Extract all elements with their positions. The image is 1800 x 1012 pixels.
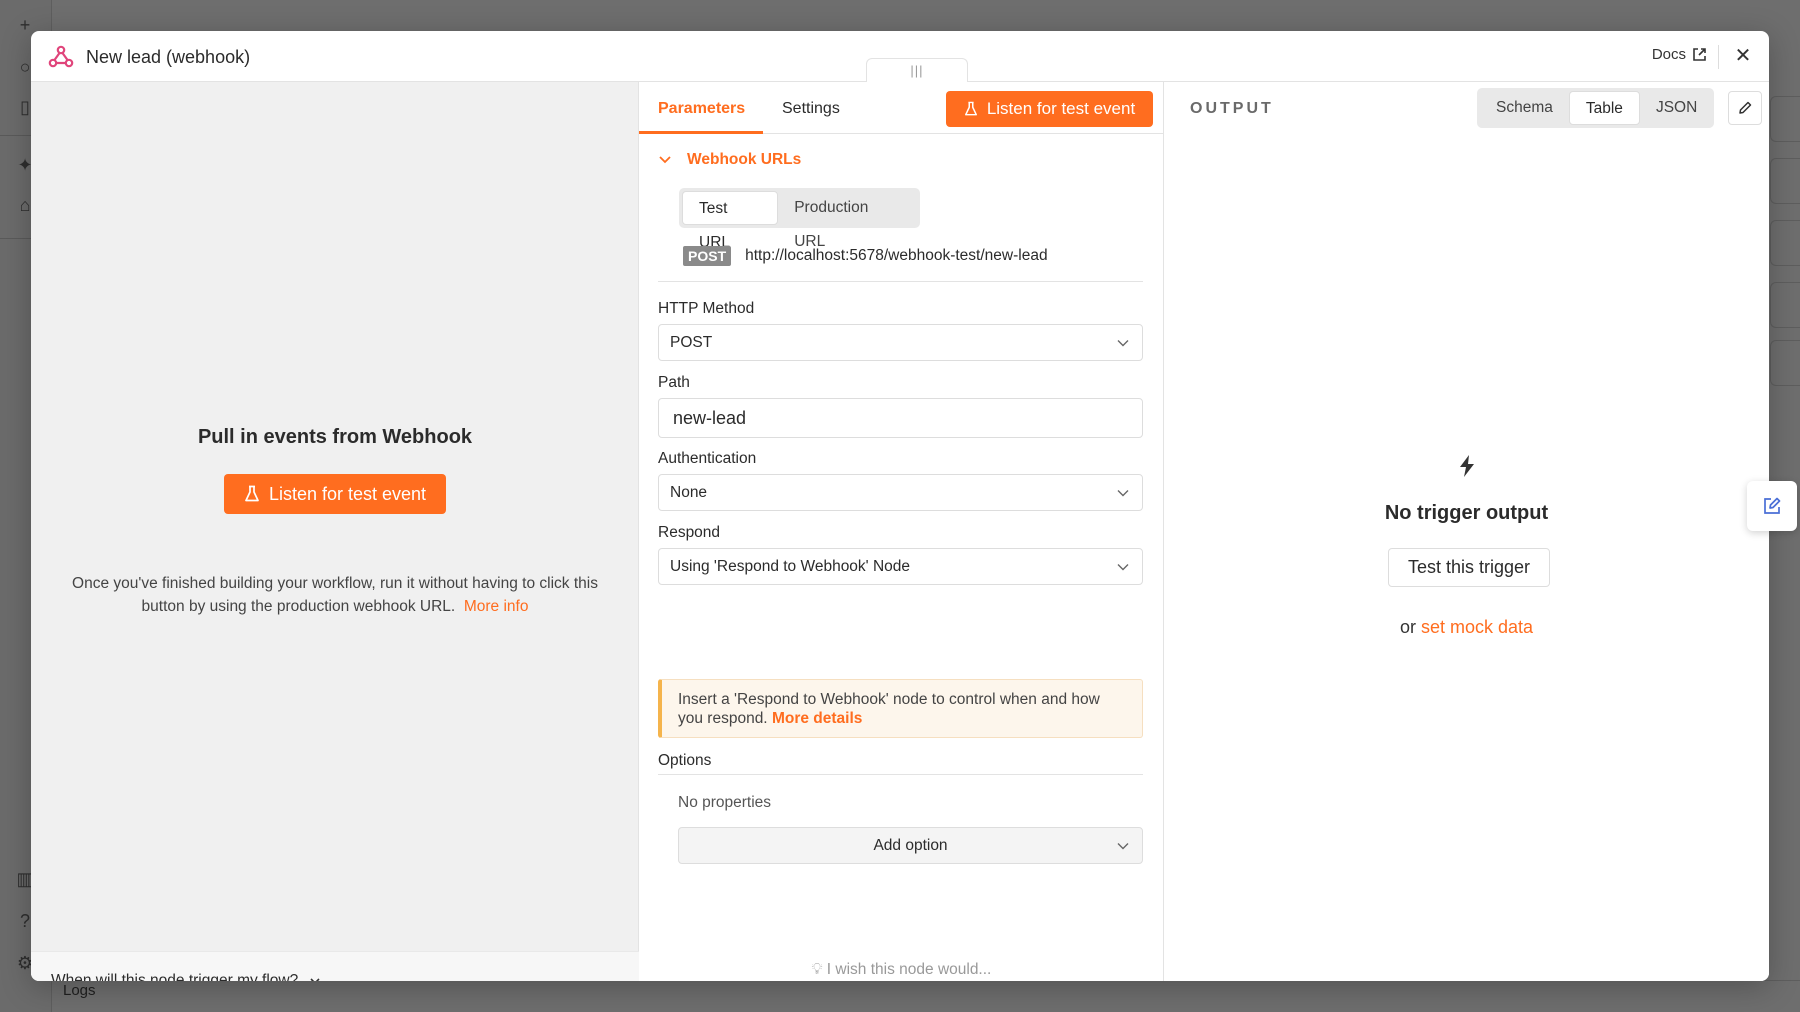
- chevron-down-icon: [1117, 340, 1129, 347]
- listen-button-label: Listen for test event: [986, 99, 1136, 118]
- webhook-url[interactable]: http://localhost:5678/webhook-test/new-l…: [745, 247, 1047, 265]
- output-view-toggle: Schema Table JSON: [1477, 88, 1714, 128]
- respond-value: Using 'Respond to Webhook' Node: [670, 558, 911, 575]
- feedback-link[interactable]: 💡︎ I wish this node would...: [639, 961, 1164, 979]
- notice-text: Insert a 'Respond to Webhook' node to co…: [678, 691, 1100, 727]
- close-button[interactable]: ✕: [1731, 44, 1755, 68]
- input-panel-heading: Pull in events from Webhook: [197, 426, 473, 448]
- active-tab-indicator: [639, 131, 763, 134]
- respond-label: Respond: [658, 524, 721, 541]
- listen-for-test-event-button[interactable]: Listen for test event: [946, 91, 1153, 127]
- more-info-link[interactable]: More info: [464, 598, 529, 615]
- flask-icon: [964, 101, 977, 116]
- lightbulb-icon: 💡︎: [811, 961, 823, 978]
- method-badge: POST: [683, 246, 732, 266]
- add-option-label: Add option: [873, 837, 948, 854]
- chevron-down-icon: [310, 978, 320, 981]
- options-label: Options: [658, 752, 712, 769]
- webhook-url-row[interactable]: POST http://localhost:5678/webhook-test/…: [683, 246, 1048, 266]
- test-trigger-button[interactable]: Test this trigger: [1388, 548, 1550, 587]
- path-label: Path: [658, 374, 690, 391]
- webhook-icon: [48, 45, 74, 68]
- feedback-label: I wish this node would...: [826, 961, 992, 978]
- edit-output-button[interactable]: [1728, 91, 1762, 125]
- chevron-down-icon: [659, 156, 671, 164]
- respond-notice: Insert a 'Respond to Webhook' node to co…: [658, 679, 1143, 738]
- modal-title: New lead (webhook): [86, 47, 251, 67]
- panel-drag-handle[interactable]: |||: [866, 58, 968, 82]
- floating-edit-button[interactable]: [1747, 481, 1797, 531]
- docs-label: Docs: [1651, 46, 1686, 63]
- bg-panel-tab: [1770, 158, 1800, 204]
- parameters-panel: Parameters Settings Listen for test even…: [639, 82, 1164, 981]
- header-separator: [1718, 45, 1719, 69]
- http-method-value: POST: [670, 334, 713, 351]
- bg-panel-tab: [1770, 220, 1800, 266]
- listen-button-label: Listen for test event: [268, 483, 427, 504]
- view-schema[interactable]: Schema: [1480, 91, 1569, 125]
- divider: [658, 281, 1143, 282]
- bg-panel-tab: [1770, 96, 1800, 142]
- authentication-value: None: [670, 484, 708, 501]
- webhook-urls-toggle[interactable]: Webhook URLs: [658, 151, 801, 169]
- no-trigger-output-title: No trigger output: [1384, 502, 1549, 524]
- view-table[interactable]: Table: [1568, 91, 1640, 125]
- mock-prefix: or: [1399, 617, 1416, 637]
- chevron-down-icon: [1117, 490, 1129, 497]
- flask-icon: [245, 485, 259, 502]
- http-method-label: HTTP Method: [658, 300, 755, 317]
- trigger-help-footer[interactable]: When will this node trigger my flow?: [31, 951, 639, 981]
- input-panel: Pull in events from Webhook Listen for t…: [31, 82, 639, 981]
- edit-icon: [1764, 497, 1781, 514]
- logs-bar[interactable]: [52, 980, 1800, 1012]
- view-json[interactable]: JSON: [1640, 91, 1713, 125]
- mock-data-line: or set mock data: [1164, 617, 1769, 638]
- panel-tabs: Parameters Settings Listen for test even…: [639, 82, 1164, 134]
- trigger-question: When will this node trigger my flow?: [51, 972, 299, 981]
- bg-panel-tab: [1770, 282, 1800, 328]
- authentication-select[interactable]: None: [658, 474, 1143, 511]
- output-label: OUTPUT: [1190, 100, 1274, 117]
- input-panel-description: Once you've finished building your workf…: [51, 572, 619, 618]
- authentication-label: Authentication: [658, 450, 757, 467]
- no-properties-text: No properties: [678, 794, 772, 811]
- chevron-down-icon: [1117, 843, 1129, 850]
- logs-label: Logs: [63, 982, 96, 999]
- docs-link[interactable]: Docs: [1652, 46, 1707, 63]
- tab-parameters[interactable]: Parameters: [658, 99, 745, 119]
- bg-panel-tab: [1770, 340, 1800, 386]
- tab-settings[interactable]: Settings: [782, 99, 840, 119]
- respond-select[interactable]: Using 'Respond to Webhook' Node: [658, 548, 1143, 585]
- listen-for-test-event-button[interactable]: Listen for test event: [224, 474, 446, 514]
- path-input[interactable]: new-lead: [658, 398, 1143, 438]
- lightning-icon: [1460, 455, 1474, 477]
- url-type-toggle: Test URL Production URL: [679, 188, 920, 251]
- test-url-tab[interactable]: Test URL: [682, 191, 779, 251]
- chevron-down-icon: [1117, 564, 1129, 571]
- node-modal: New lead (webhook) Docs ✕ Pull in events…: [31, 31, 1769, 981]
- http-method-select[interactable]: POST: [658, 324, 1143, 361]
- pencil-icon: [1739, 101, 1752, 114]
- more-details-link[interactable]: More details: [772, 710, 862, 727]
- production-url-tab[interactable]: Production URL: [778, 191, 917, 250]
- set-mock-data-link[interactable]: set mock data: [1421, 617, 1533, 637]
- output-panel: OUTPUT Schema Table JSON No trigger outp…: [1164, 82, 1769, 981]
- webhook-urls-label: Webhook URLs: [687, 151, 802, 168]
- divider: [658, 774, 1143, 775]
- add-option-select[interactable]: Add option: [678, 827, 1143, 864]
- external-link-icon: [1693, 48, 1706, 61]
